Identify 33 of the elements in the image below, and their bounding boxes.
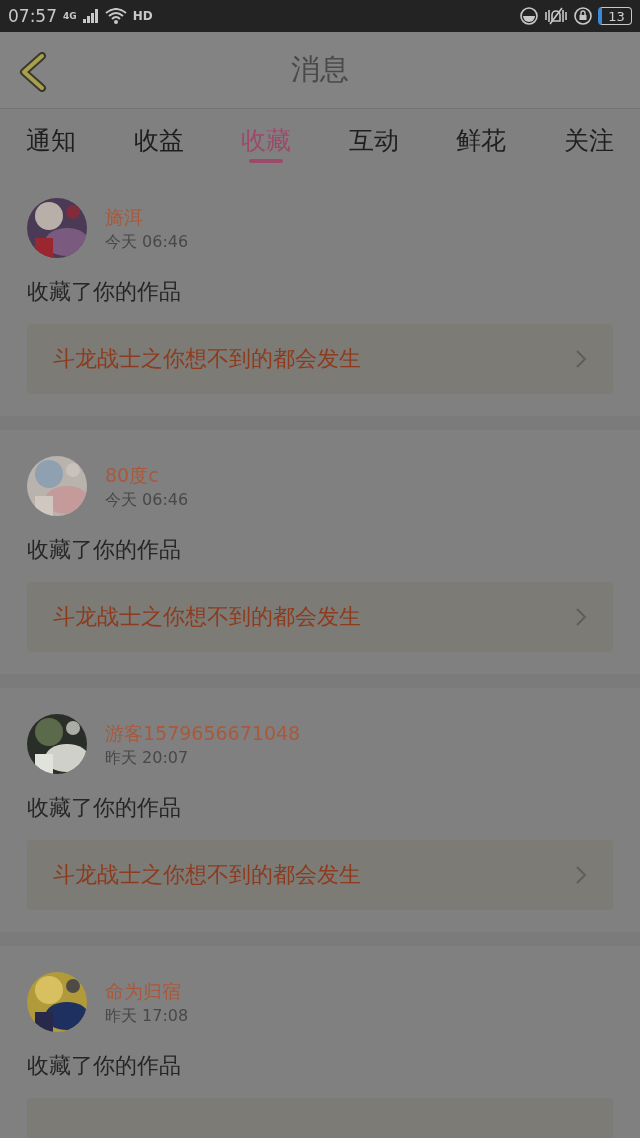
tab[interactable]: 通知 bbox=[26, 109, 76, 172]
user-name[interactable]: 游客1579656671048 bbox=[105, 720, 301, 746]
status-time: 07:57 bbox=[8, 6, 57, 26]
tab[interactable]: 收益 bbox=[133, 109, 184, 172]
work-link[interactable]: 斗龙战士之你想不到的都会发生 bbox=[27, 840, 613, 910]
message-time: 今天 06:46 bbox=[105, 231, 189, 253]
battery-level: 13 bbox=[598, 7, 632, 25]
tab[interactable]: 鲜花 bbox=[456, 109, 507, 172]
user-name[interactable]: 80度c bbox=[105, 462, 189, 488]
message-text: 收藏了你的作品 bbox=[27, 536, 182, 564]
chevron-right-icon bbox=[575, 865, 587, 885]
message-text: 收藏了你的作品 bbox=[27, 278, 182, 306]
work-link[interactable]: 斗龙战士之你想不到的都会发生 bbox=[27, 324, 613, 394]
chevron-right-icon bbox=[575, 607, 587, 627]
work-link[interactable]: 斗龙战士之你想不到的都会发生 bbox=[27, 582, 613, 652]
message-time: 昨天 17:08 bbox=[105, 1005, 189, 1027]
message-time: 昨天 20:07 bbox=[105, 747, 190, 769]
back-icon[interactable] bbox=[18, 52, 48, 92]
message-time: 今天 06:46 bbox=[105, 489, 189, 511]
tab[interactable]: 关注 bbox=[563, 109, 614, 172]
signal-icon bbox=[82, 9, 99, 23]
lock-rotation-icon bbox=[574, 7, 592, 25]
wifi-icon bbox=[104, 8, 127, 24]
tab[interactable]: 互动 bbox=[348, 109, 399, 172]
message-text: 收藏了你的作品 bbox=[27, 794, 182, 822]
page-title: 消息 bbox=[291, 51, 349, 88]
network-label: 4G bbox=[63, 11, 77, 21]
vibrate-icon bbox=[544, 7, 568, 25]
user-name[interactable]: 命为归宿 bbox=[105, 978, 189, 1004]
message-text: 收藏了你的作品 bbox=[27, 1052, 182, 1080]
chevron-right-icon bbox=[575, 349, 587, 369]
user-name[interactable]: 旖洱 bbox=[105, 204, 189, 230]
hd-label: HD bbox=[132, 9, 153, 23]
